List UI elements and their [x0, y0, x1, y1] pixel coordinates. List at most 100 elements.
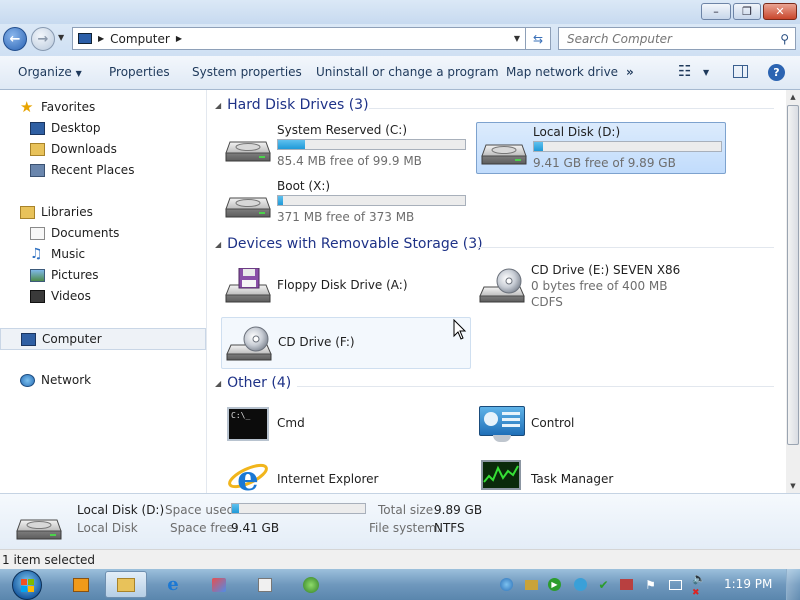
- nav-computer[interactable]: Computer: [0, 328, 206, 350]
- taskbar-clock[interactable]: 1:19 PM: [724, 577, 772, 591]
- drive-name: CD Drive (F:): [278, 335, 355, 349]
- item-internet-explorer[interactable]: e Internet Explorer: [221, 456, 471, 493]
- nav-pictures[interactable]: Pictures: [0, 265, 206, 285]
- nav-label: Favorites: [41, 100, 96, 114]
- views-dropdown-icon[interactable]: ▼: [703, 68, 709, 77]
- drive-tile-c[interactable]: System Reserved (C:) 85.4 MB free of 99.…: [221, 120, 471, 172]
- tray-icon-action-center[interactable]: ⚑: [643, 577, 658, 592]
- tray-icon-display[interactable]: [668, 577, 683, 592]
- change-view-button[interactable]: ☷: [678, 62, 691, 80]
- nav-videos[interactable]: Videos: [0, 286, 206, 306]
- drive-free-space: 371 MB free of 373 MB: [277, 210, 415, 224]
- group-header-removable[interactable]: ◢ Devices with Removable Storage (3): [215, 236, 483, 252]
- drive-free-space: 0 bytes free of 400 MB: [531, 279, 668, 293]
- cd-drive-icon: [479, 268, 525, 303]
- recent-pages-dropdown[interactable]: ▼: [58, 33, 64, 42]
- computer-icon: [21, 332, 36, 346]
- item-name: Internet Explorer: [277, 472, 379, 486]
- media-player-icon: [73, 577, 89, 592]
- details-space-free-label: Space free:: [170, 521, 239, 535]
- tray-icon-2[interactable]: [524, 577, 539, 592]
- nav-network[interactable]: Network: [0, 370, 206, 390]
- drive-tile-f[interactable]: CD Drive (F:): [221, 317, 471, 369]
- drive-tile-e[interactable]: CD Drive (E:) SEVEN X86 0 bytes free of …: [475, 260, 725, 312]
- item-control[interactable]: Control: [475, 400, 725, 452]
- taskbar-app-3[interactable]: [290, 571, 332, 598]
- show-desktop-button[interactable]: [786, 569, 800, 600]
- vertical-scrollbar[interactable]: ▲ ▼: [786, 90, 800, 493]
- details-space-free-value: 9.41 GB: [231, 521, 280, 535]
- search-input[interactable]: [565, 30, 769, 47]
- preview-pane-button[interactable]: [733, 65, 748, 78]
- title-bar: – ❐ ✕: [0, 0, 800, 24]
- minimize-button[interactable]: –: [701, 3, 731, 20]
- drive-tile-d[interactable]: Local Disk (D:) 9.41 GB free of 9.89 GB: [476, 122, 726, 174]
- group-header-other[interactable]: ◢ Other (4): [215, 375, 291, 391]
- system-properties-button[interactable]: System properties: [192, 65, 302, 79]
- help-button[interactable]: ?: [768, 64, 785, 81]
- flag-icon: ⚑: [645, 577, 656, 592]
- close-button[interactable]: ✕: [763, 3, 797, 20]
- taskbar-app-2[interactable]: [244, 571, 286, 598]
- app-icon: [303, 576, 319, 593]
- navigation-pane: ★ Favorites Desktop Downloads Recent Pla…: [0, 90, 207, 493]
- network-icon: [20, 373, 35, 387]
- taskbar-explorer[interactable]: [105, 571, 147, 598]
- hard-drive-icon: [225, 197, 271, 218]
- tray-icon-6[interactable]: [619, 577, 634, 592]
- nav-desktop[interactable]: Desktop: [0, 118, 206, 138]
- group-title: Other (4): [227, 375, 292, 391]
- nav-recent-places[interactable]: Recent Places: [0, 160, 206, 180]
- documents-icon: [30, 226, 45, 240]
- hard-drive-icon: [16, 519, 62, 540]
- scrollbar-thumb[interactable]: [787, 105, 799, 445]
- forward-button[interactable]: →: [31, 27, 55, 51]
- control-panel-icon: [479, 406, 525, 442]
- scroll-up-arrow-icon[interactable]: ▲: [786, 90, 800, 104]
- address-history-dropdown-icon[interactable]: ▼: [514, 34, 520, 43]
- nav-favorites[interactable]: ★ Favorites: [0, 97, 206, 117]
- tray-icon-volume[interactable]: 🔈✖: [692, 572, 707, 598]
- back-button[interactable]: ←: [3, 27, 27, 51]
- drive-tile-a[interactable]: Floppy Disk Drive (A:): [221, 260, 471, 312]
- maximize-button[interactable]: ❐: [733, 3, 761, 20]
- address-bar[interactable]: ▶ Computer ▶ ▼: [72, 27, 526, 50]
- refresh-button[interactable]: ⇆: [526, 27, 551, 50]
- group-header-hard-disks[interactable]: ◢ Hard Disk Drives (3): [215, 97, 369, 113]
- map-network-drive-button[interactable]: Map network drive: [506, 65, 618, 79]
- tray-icon-shield[interactable]: ✔: [596, 577, 611, 592]
- command-prompt-icon: C:\_: [227, 407, 269, 441]
- breadcrumb-chevron-icon[interactable]: ▶: [98, 34, 104, 43]
- details-file-system-label: File system:: [369, 521, 441, 535]
- more-commands-button[interactable]: »: [626, 65, 634, 79]
- windows-logo-icon: [12, 569, 42, 600]
- details-usage-bar: [231, 503, 366, 514]
- collapse-triangle-icon: ◢: [215, 100, 222, 110]
- search-box[interactable]: ⚲: [558, 27, 796, 50]
- start-button[interactable]: [8, 569, 46, 600]
- uninstall-program-button[interactable]: Uninstall or change a program: [316, 65, 499, 79]
- tray-icon-network[interactable]: [499, 577, 514, 592]
- nav-label: Network: [41, 373, 92, 387]
- tray-icon-play[interactable]: ▶: [547, 577, 562, 592]
- nav-downloads[interactable]: Downloads: [0, 139, 206, 159]
- nav-music[interactable]: ♫ Music: [0, 244, 206, 264]
- breadcrumb-computer[interactable]: Computer: [110, 32, 170, 46]
- scroll-down-arrow-icon[interactable]: ▼: [786, 479, 800, 493]
- breadcrumb-chevron-icon[interactable]: ▶: [176, 34, 182, 43]
- collapse-triangle-icon: ◢: [215, 378, 222, 388]
- details-space-used-label: Space used:: [165, 503, 239, 517]
- organize-menu[interactable]: Organize ▼: [18, 65, 82, 79]
- properties-button[interactable]: Properties: [109, 65, 170, 79]
- nav-libraries[interactable]: Libraries: [0, 202, 206, 222]
- taskbar-internet-explorer[interactable]: e: [152, 571, 194, 598]
- nav-documents[interactable]: Documents: [0, 223, 206, 243]
- tray-icon-4[interactable]: [573, 577, 588, 592]
- taskbar-app-1[interactable]: [198, 571, 240, 598]
- item-cmd[interactable]: C:\_ Cmd: [221, 400, 471, 452]
- nav-label: Music: [51, 247, 86, 261]
- item-task-manager[interactable]: Task Manager: [475, 456, 725, 493]
- drive-tile-x[interactable]: Boot (X:) 371 MB free of 373 MB: [221, 176, 471, 228]
- search-icon[interactable]: ⚲: [780, 32, 789, 46]
- taskbar-media-player[interactable]: [60, 571, 102, 598]
